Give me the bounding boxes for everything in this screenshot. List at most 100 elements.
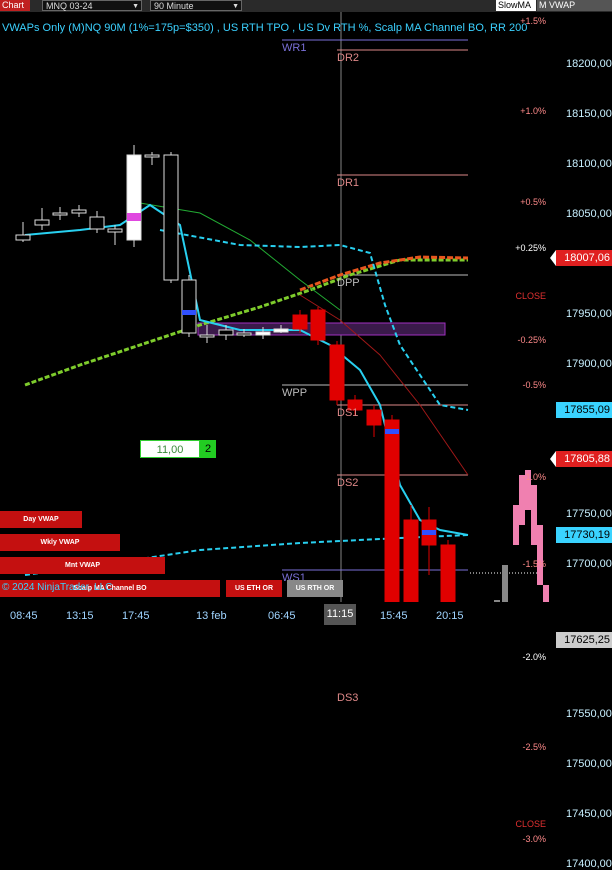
candle-body bbox=[144, 154, 160, 158]
chart-background bbox=[0, 12, 556, 602]
projection-bar bbox=[531, 485, 537, 545]
candle-body bbox=[273, 328, 289, 333]
instrument-selector[interactable]: MNQ 03-24 ▼ bbox=[42, 0, 142, 11]
indicator-title: VWAPs Only (M)NQ 90M (1%=175p=$350) , US… bbox=[2, 22, 528, 34]
time-axis[interactable]: 08:45 13:15 17:45 13 feb 06:45 15:45 20:15 bbox=[0, 602, 556, 625]
pivot-label-wpp: WPP bbox=[282, 387, 308, 399]
candle-marker-magenta bbox=[127, 213, 141, 221]
projection-bar bbox=[519, 475, 525, 525]
percent-level-10: -2.5% bbox=[522, 742, 546, 752]
y-tick-label: 17400,00 bbox=[566, 858, 612, 870]
y-tick-label: 17900,00 bbox=[566, 358, 612, 370]
x-tick-label: 06:45 bbox=[268, 610, 296, 622]
y-tick-label: 17450,00 bbox=[566, 808, 612, 820]
current-time-marker: 11:15 bbox=[324, 604, 356, 625]
percent-level-5: -0.25% bbox=[517, 335, 546, 345]
price-tag: 18007,06 bbox=[550, 249, 612, 266]
percent-level-9: -2.0% bbox=[522, 652, 546, 662]
indicator-button-wkly-vwap[interactable]: Wkly VWAP bbox=[0, 534, 120, 551]
tab-vwap[interactable]: SlowMA bbox=[496, 0, 536, 11]
crosshair-badge: 2 bbox=[200, 440, 216, 458]
candle-body bbox=[34, 219, 50, 226]
percent-level-2: +0.5% bbox=[520, 197, 546, 207]
tab-m-vwap[interactable]: M VWAP bbox=[537, 0, 612, 11]
price-tag: 17730,19 bbox=[550, 526, 612, 543]
x-tick-label: 08:45 bbox=[10, 610, 38, 622]
x-tick-label: 13:15 bbox=[66, 610, 94, 622]
candle-body bbox=[71, 209, 87, 214]
y-tick-label: 17750,00 bbox=[566, 508, 612, 520]
percent-level-8: -1.5% bbox=[522, 559, 546, 569]
pivot-label-wr1: WR1 bbox=[282, 42, 307, 54]
price-axis[interactable]: 18200,00 18150,00 18100,00 18050,00 17950,00… bbox=[550, 12, 612, 870]
candle-body bbox=[163, 154, 179, 281]
price-tag: 17625,25 bbox=[550, 631, 612, 648]
price-tag: 17855,09 bbox=[550, 401, 612, 418]
pivot-label-dr1: DR1 bbox=[337, 177, 360, 189]
x-tick-label: 13 feb bbox=[196, 610, 227, 622]
percent-level-6: -0.5% bbox=[522, 380, 546, 390]
price-chart[interactable] bbox=[0, 12, 556, 602]
candle-body bbox=[440, 544, 456, 602]
candle-marker-blue bbox=[422, 530, 436, 535]
candle-body bbox=[255, 331, 271, 336]
percent-level-0: +1.5% bbox=[520, 16, 546, 26]
crosshair-price-box[interactable]: 11,00 bbox=[140, 440, 200, 458]
chevron-down-icon: ▼ bbox=[132, 3, 139, 10]
chart-toolbar: Chart MNQ 03-24 ▼ 90 Minute ▼ SlowMA M V… bbox=[0, 0, 612, 12]
percent-level-7: -1.0% bbox=[522, 472, 546, 482]
candle-body bbox=[15, 234, 31, 241]
indicator-button-day-vwap[interactable]: Day VWAP bbox=[0, 511, 82, 528]
candle-body bbox=[126, 154, 142, 241]
x-tick-label: 17:45 bbox=[122, 610, 150, 622]
y-tick-label: 18200,00 bbox=[566, 58, 612, 70]
interval-selector[interactable]: 90 Minute ▼ bbox=[150, 0, 242, 11]
chart-menu-button[interactable]: Chart bbox=[0, 0, 30, 11]
candle-marker-blue bbox=[182, 310, 196, 315]
candle-body bbox=[236, 332, 252, 336]
candle-body bbox=[384, 419, 400, 602]
y-tick-label: 17550,00 bbox=[566, 708, 612, 720]
percent-level-11: CLOSE bbox=[515, 819, 546, 829]
percent-level-1: +1.0% bbox=[520, 106, 546, 116]
candle-body bbox=[89, 216, 105, 230]
y-tick-label: 17950,00 bbox=[566, 308, 612, 320]
indicator-button-us-eth-or[interactable]: US ETH OR bbox=[226, 580, 282, 597]
y-tick-label: 17500,00 bbox=[566, 758, 612, 770]
y-tick-label: 18050,00 bbox=[566, 208, 612, 220]
candle-body bbox=[329, 344, 345, 401]
candle-marker-blue bbox=[385, 429, 399, 434]
candle-body bbox=[199, 334, 215, 338]
candle-body bbox=[107, 228, 123, 233]
candle-body bbox=[366, 409, 382, 426]
candle-body bbox=[52, 212, 68, 216]
price-tag: 17805,88 bbox=[550, 451, 612, 468]
interval-value: 90 Minute bbox=[154, 1, 194, 11]
projection-bar bbox=[543, 585, 549, 602]
projection-bar bbox=[502, 565, 508, 602]
indicator-button-us-rth-or[interactable]: US RTH OR bbox=[287, 580, 343, 597]
candle-body bbox=[292, 314, 308, 330]
projection-bar bbox=[513, 505, 519, 545]
percent-level-4: CLOSE bbox=[515, 291, 546, 301]
copyright: © 2024 NinjaTrader, LLC bbox=[2, 582, 113, 593]
instrument-value: MNQ 03-24 bbox=[46, 1, 93, 11]
percent-level-12: -3.0% bbox=[522, 834, 546, 844]
pivot-label-ds1: DS1 bbox=[337, 407, 359, 419]
pivot-label-ds3: DS3 bbox=[337, 692, 359, 704]
pivot-label-dpp: DPP bbox=[337, 277, 360, 289]
candle-body bbox=[218, 329, 234, 336]
projection-bar bbox=[537, 525, 543, 585]
y-tick-label: 17700,00 bbox=[566, 558, 612, 570]
candle-body bbox=[403, 519, 419, 602]
chevron-down-icon: ▼ bbox=[232, 3, 239, 10]
percent-level-3: +0.25% bbox=[515, 243, 546, 253]
x-tick-label: 15:45 bbox=[380, 610, 408, 622]
y-tick-label: 18100,00 bbox=[566, 158, 612, 170]
pivot-label-ds2: DS2 bbox=[337, 477, 359, 489]
x-tick-label: 20:15 bbox=[436, 610, 464, 622]
indicator-button-mnt-vwap[interactable]: Mnt VWAP bbox=[0, 557, 165, 574]
candle-body bbox=[310, 309, 326, 341]
candle-body bbox=[181, 279, 197, 334]
pivot-label-dr2: DR2 bbox=[337, 52, 360, 64]
